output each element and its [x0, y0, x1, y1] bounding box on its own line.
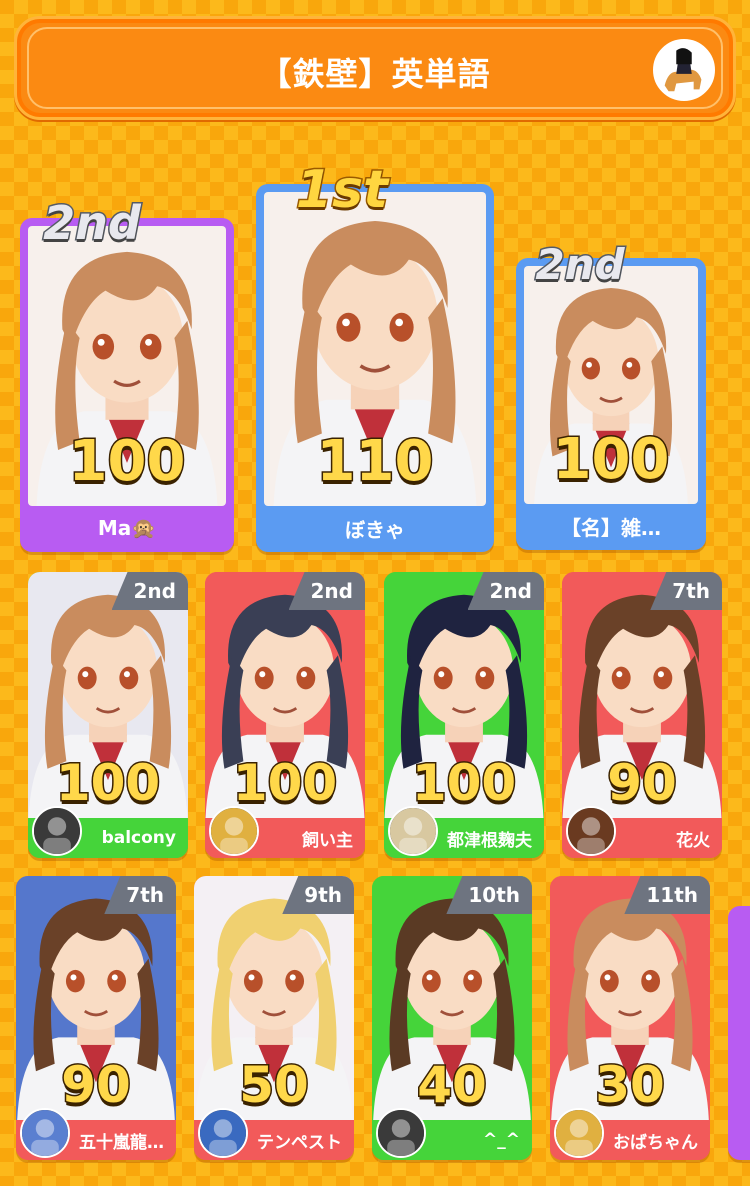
- quiz-title: 【鉄壁】英単語: [259, 55, 491, 93]
- ranking-card-1st[interactable]: 110 ぼきゃ: [256, 184, 494, 552]
- rank-badge-1st: 1st: [295, 159, 390, 222]
- ranking-card-partial[interactable]: [728, 906, 750, 1160]
- player-avatar: [388, 806, 438, 856]
- ranking-card[interactable]: 11th 30 おばちゃん: [550, 876, 710, 1160]
- score-value: 90: [60, 1055, 133, 1116]
- player-avatar: [209, 806, 259, 856]
- ranking-card[interactable]: 7th 90 花火: [562, 572, 722, 858]
- score-value: 40: [416, 1055, 489, 1116]
- quiz-header: 【鉄壁】英単語: [14, 16, 736, 120]
- score-value: 100: [54, 753, 161, 814]
- ranking-card[interactable]: 9th 50 テンペスト: [194, 876, 354, 1160]
- score-value: 110: [315, 428, 435, 496]
- player-name: ぼきゃ: [345, 517, 405, 542]
- ranking-card[interactable]: 7th 90 五十嵐龍…: [16, 876, 176, 1160]
- player-name: Ma🙊: [97, 516, 157, 540]
- ranking-card[interactable]: 10th 40 ^_^: [372, 876, 532, 1160]
- score-value: 100: [410, 753, 517, 814]
- rank-badge-2nd: 2nd: [42, 195, 143, 252]
- player-name: 【名】雑…: [561, 515, 661, 540]
- player-avatar: [376, 1108, 426, 1158]
- rank-label: 1st: [295, 159, 390, 222]
- ranking-card[interactable]: 2nd 100 飼い主: [205, 572, 365, 858]
- score-value: 90: [606, 753, 679, 814]
- player-avatar: [20, 1108, 70, 1158]
- player-avatar: [32, 806, 82, 856]
- rank-badge-2nd: 2nd: [534, 239, 626, 291]
- horse-rider-avatar-icon[interactable]: [653, 39, 715, 101]
- ranking-card[interactable]: 2nd 100 balcony: [28, 572, 188, 858]
- player-avatar: [554, 1108, 604, 1158]
- ranking-card-2nd-left[interactable]: 100 Ma🙊: [20, 218, 234, 552]
- rank-label: 2nd: [534, 239, 626, 291]
- player-avatar: [566, 806, 616, 856]
- score-value: 100: [67, 428, 187, 496]
- ranking-card[interactable]: 2nd 100 都津根麹夫: [384, 572, 544, 858]
- player-avatar: [198, 1108, 248, 1158]
- score-value: 100: [551, 426, 671, 494]
- score-value: 30: [594, 1055, 667, 1116]
- ranking-card-2nd-right[interactable]: 100 【名】雑…: [516, 258, 706, 550]
- score-value: 100: [231, 753, 338, 814]
- score-value: 50: [238, 1055, 311, 1116]
- rank-label: 2nd: [42, 195, 143, 252]
